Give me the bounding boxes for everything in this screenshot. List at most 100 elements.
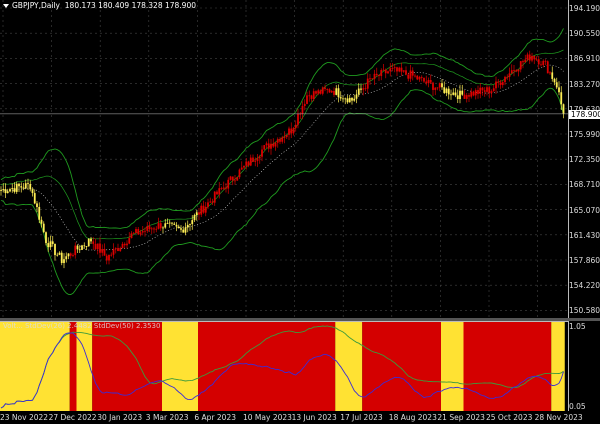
candle-body bbox=[544, 60, 547, 62]
candle-body bbox=[272, 143, 275, 147]
candle-body bbox=[364, 88, 367, 90]
candle-body bbox=[362, 88, 365, 90]
candle-body bbox=[0, 190, 2, 191]
candle-body bbox=[51, 241, 54, 244]
candle-body bbox=[396, 67, 398, 72]
candle-body bbox=[153, 228, 155, 230]
candle-body bbox=[20, 186, 23, 188]
candle-body bbox=[234, 180, 236, 182]
candle-body bbox=[121, 243, 124, 249]
candle-body bbox=[481, 87, 484, 91]
candle-body bbox=[432, 82, 434, 90]
candle-body bbox=[288, 128, 290, 135]
candle-body bbox=[114, 248, 117, 250]
candle-body bbox=[24, 183, 27, 189]
candle-body bbox=[227, 179, 230, 189]
candle-body bbox=[148, 226, 151, 230]
candle-body bbox=[263, 145, 266, 150]
candle-body bbox=[526, 54, 529, 60]
candle-body bbox=[11, 188, 14, 190]
candle-body bbox=[459, 90, 461, 100]
indicator-min-label: 0.05 bbox=[569, 402, 586, 411]
candle-body bbox=[220, 188, 223, 190]
candle-body bbox=[533, 55, 536, 60]
price-chart[interactable] bbox=[0, 0, 569, 318]
candle-body bbox=[355, 94, 358, 99]
candle-body bbox=[427, 80, 430, 84]
candle-body bbox=[315, 91, 317, 94]
regime-block bbox=[92, 322, 162, 411]
candle-body bbox=[375, 73, 378, 75]
candle-body bbox=[562, 104, 565, 114]
lower-band-line bbox=[0, 87, 564, 295]
candle-body bbox=[506, 76, 509, 78]
candle-body bbox=[486, 87, 488, 92]
dropdown-triangle-icon[interactable] bbox=[3, 4, 9, 8]
candle-body bbox=[45, 232, 47, 244]
candle-body bbox=[56, 254, 59, 256]
candle-body bbox=[441, 83, 443, 88]
candle-body bbox=[96, 243, 99, 250]
candle-body bbox=[132, 232, 135, 234]
candle-body bbox=[267, 143, 270, 149]
candle-body bbox=[465, 95, 468, 99]
candle-body bbox=[4, 189, 7, 194]
candle-body bbox=[87, 238, 90, 247]
candle-body bbox=[243, 165, 245, 168]
indicator-pane[interactable] bbox=[0, 321, 569, 411]
candle-body bbox=[85, 246, 88, 247]
candle-body bbox=[479, 87, 482, 94]
candle-body bbox=[78, 249, 81, 251]
candle-body bbox=[351, 97, 353, 101]
candle-body bbox=[555, 82, 558, 88]
candle-body bbox=[447, 88, 450, 95]
candle-body bbox=[139, 232, 142, 235]
candle-body bbox=[425, 81, 428, 84]
candle-body bbox=[357, 88, 360, 95]
candle-body bbox=[382, 69, 385, 71]
candle-body bbox=[463, 94, 466, 99]
candle-body bbox=[81, 245, 83, 250]
candle-body bbox=[231, 176, 234, 181]
indicator-canvas bbox=[0, 322, 565, 411]
regime-block bbox=[0, 322, 70, 411]
candle-body bbox=[470, 91, 473, 97]
candle-body bbox=[283, 137, 286, 138]
current-price-tag: 178.900 bbox=[569, 110, 600, 119]
candle-body bbox=[326, 89, 329, 90]
candle-body bbox=[436, 87, 439, 89]
candle-body bbox=[2, 189, 5, 191]
date-label: 13 Jun 2023 bbox=[291, 413, 337, 422]
candle-body bbox=[414, 75, 416, 77]
candle-body bbox=[119, 248, 122, 252]
candle-body bbox=[405, 70, 407, 75]
candle-body bbox=[416, 75, 419, 80]
candle-body bbox=[319, 90, 322, 94]
candle-body bbox=[40, 219, 43, 224]
indicator-label: Volt... StdDev(26) 2.4482 StdDev(50) 2.3… bbox=[3, 322, 161, 330]
candle-body bbox=[490, 91, 493, 94]
candle-body bbox=[337, 88, 340, 98]
candle-body bbox=[189, 224, 191, 225]
candle-body bbox=[67, 253, 70, 257]
candle-body bbox=[74, 245, 77, 256]
candle-body bbox=[402, 70, 405, 72]
candle-body bbox=[265, 143, 268, 146]
candle-body bbox=[99, 243, 101, 253]
candle-body bbox=[492, 88, 495, 92]
candle-body bbox=[306, 95, 308, 104]
candle-body bbox=[335, 88, 338, 95]
candle-body bbox=[33, 193, 36, 204]
candle-body bbox=[92, 241, 95, 244]
candle-body bbox=[294, 124, 297, 129]
candle-body bbox=[456, 95, 459, 100]
candle-body bbox=[472, 91, 475, 96]
date-label: 18 Aug 2023 bbox=[388, 413, 437, 422]
inner-upper-band-line bbox=[0, 49, 564, 240]
candle-body bbox=[371, 78, 374, 80]
candle-body bbox=[398, 67, 401, 72]
candle-body bbox=[72, 255, 74, 256]
candle-body bbox=[229, 176, 232, 180]
candle-body bbox=[393, 67, 396, 69]
candle-body bbox=[270, 143, 272, 149]
